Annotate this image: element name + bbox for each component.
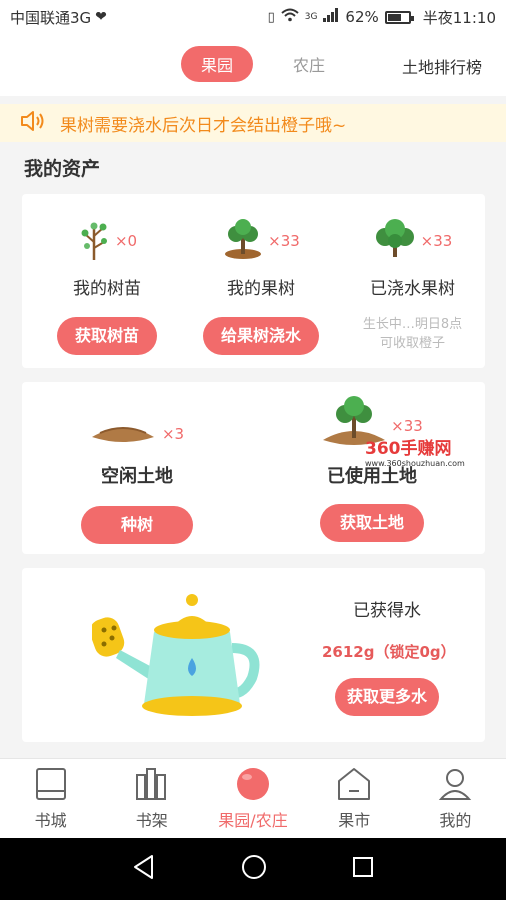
water-title: 已获得水 — [353, 601, 421, 621]
seedling-count: ×0 — [114, 232, 138, 250]
assets-card: ×0 我的树苗 获取树苗 ×33 我的果树 给果树浇水 ×33 已浇水果树 生长… — [22, 194, 485, 368]
tab-market[interactable]: 果市 — [304, 759, 405, 838]
battery-icon — [384, 10, 414, 24]
tab-orchard-farm[interactable]: 果园/农庄 — [202, 759, 303, 838]
watered-tree-count: ×33 — [420, 232, 453, 250]
tab-profile-label: 我的 — [439, 810, 472, 830]
watered-tree-icon — [373, 219, 417, 263]
plant-tree-button[interactable]: 种树 — [80, 506, 193, 544]
notice-text: 果树需要浇水后次日才会结出橙子哦~ — [60, 115, 347, 136]
tab-orchard-farm-label: 果园/农庄 — [218, 810, 288, 830]
tab-market-label: 果市 — [338, 810, 371, 830]
tab-orchard[interactable]: 果园 — [181, 46, 253, 82]
watered-tree-label: 已浇水果树 — [370, 279, 455, 299]
idle-land-count: ×3 — [161, 425, 185, 443]
watermark-url: www.360shouzhuan.com — [365, 459, 465, 468]
water-info: 已获得水 2612g（锁定0g） 获取更多水 — [322, 596, 456, 716]
watermark: 360手赚网 www.360shouzhuan.com — [365, 434, 465, 468]
seedling-icon — [77, 218, 111, 264]
water-trees-button[interactable]: 给果树浇水 — [202, 317, 319, 355]
book-icon — [33, 767, 69, 801]
harvest-hint: 可收取橙子 — [379, 336, 445, 351]
android-nav-bar — [0, 838, 506, 900]
used-land-count: ×33 — [391, 417, 423, 435]
asset-watered-trees: ×33 已浇水果树 生长中…明日8点 可收取橙子 — [340, 218, 485, 353]
recents-icon[interactable] — [352, 856, 374, 882]
land-used: ×33 已使用土地 获取土地 — [292, 396, 452, 542]
asset-seedlings: ×0 我的树苗 获取树苗 — [32, 218, 182, 355]
land-card: ×3 空闲土地 种树 ×33 已使用土地 获取土地 — [22, 382, 485, 554]
top-nav: 果园 农庄 土地排行榜 — [0, 34, 506, 96]
fruit-tree-icon — [222, 218, 264, 264]
land-idle: ×3 空闲土地 种树 — [62, 412, 212, 544]
tab-bookstore-label: 书城 — [34, 810, 67, 830]
watermark-brand: 360手赚网 — [365, 439, 452, 459]
get-more-water-button[interactable]: 获取更多水 — [334, 678, 439, 716]
water-amount: 2612g（锁定0g） — [322, 643, 456, 661]
status-bar: 中国联通3G ❤ ▯ 3G 62% 半夜11:10 — [0, 0, 506, 34]
fruit-icon — [235, 767, 271, 801]
growing-hint: 生长中…明日8点 — [362, 317, 463, 332]
clock: 半夜11:10 — [422, 8, 496, 27]
vibrate-icon: ▯ — [267, 9, 275, 25]
market-icon — [336, 767, 372, 801]
seedling-label: 我的树苗 — [73, 279, 141, 299]
back-icon[interactable] — [132, 854, 156, 884]
idle-land-label: 空闲土地 — [101, 466, 173, 487]
tab-profile[interactable]: 我的 — [405, 759, 506, 838]
fruit-tree-label: 我的果树 — [227, 279, 295, 299]
bottom-tabbar: 书城 书架 果园/农庄 果市 我的 — [0, 758, 506, 838]
profile-icon — [437, 767, 473, 801]
land-ranking-link[interactable]: 土地排行榜 — [402, 54, 482, 78]
signal-icon — [323, 8, 339, 26]
watering-can-icon — [89, 588, 262, 726]
get-seedlings-button[interactable]: 获取树苗 — [56, 317, 157, 355]
tab-bookstore[interactable]: 书城 — [0, 759, 101, 838]
wifi-icon — [281, 8, 299, 26]
section-title: 我的资产 — [24, 158, 101, 180]
get-land-button[interactable]: 获取土地 — [319, 504, 424, 542]
tab-farm[interactable]: 农庄 — [273, 46, 345, 82]
fruit-tree-count: ×33 — [268, 232, 300, 250]
battery-percent: 62% — [345, 8, 379, 26]
carrier-label: 中国联通3G — [10, 8, 92, 27]
segment-control: 果园 农庄 — [181, 46, 345, 82]
bookshelf-icon — [134, 767, 170, 801]
tab-bookshelf-label: 书架 — [135, 810, 168, 830]
water-card: 已获得水 2612g（锁定0g） 获取更多水 — [22, 568, 485, 742]
asset-fruit-trees: ×33 我的果树 给果树浇水 — [186, 218, 336, 355]
heart-icon: ❤ — [95, 9, 107, 25]
notice-bar: 果树需要浇水后次日才会结出橙子哦~ — [0, 104, 506, 142]
soil-icon — [90, 417, 156, 451]
home-icon[interactable] — [241, 854, 267, 884]
tab-bookshelf[interactable]: 书架 — [101, 759, 202, 838]
network-type: 3G — [304, 12, 318, 22]
speaker-icon — [20, 110, 46, 137]
